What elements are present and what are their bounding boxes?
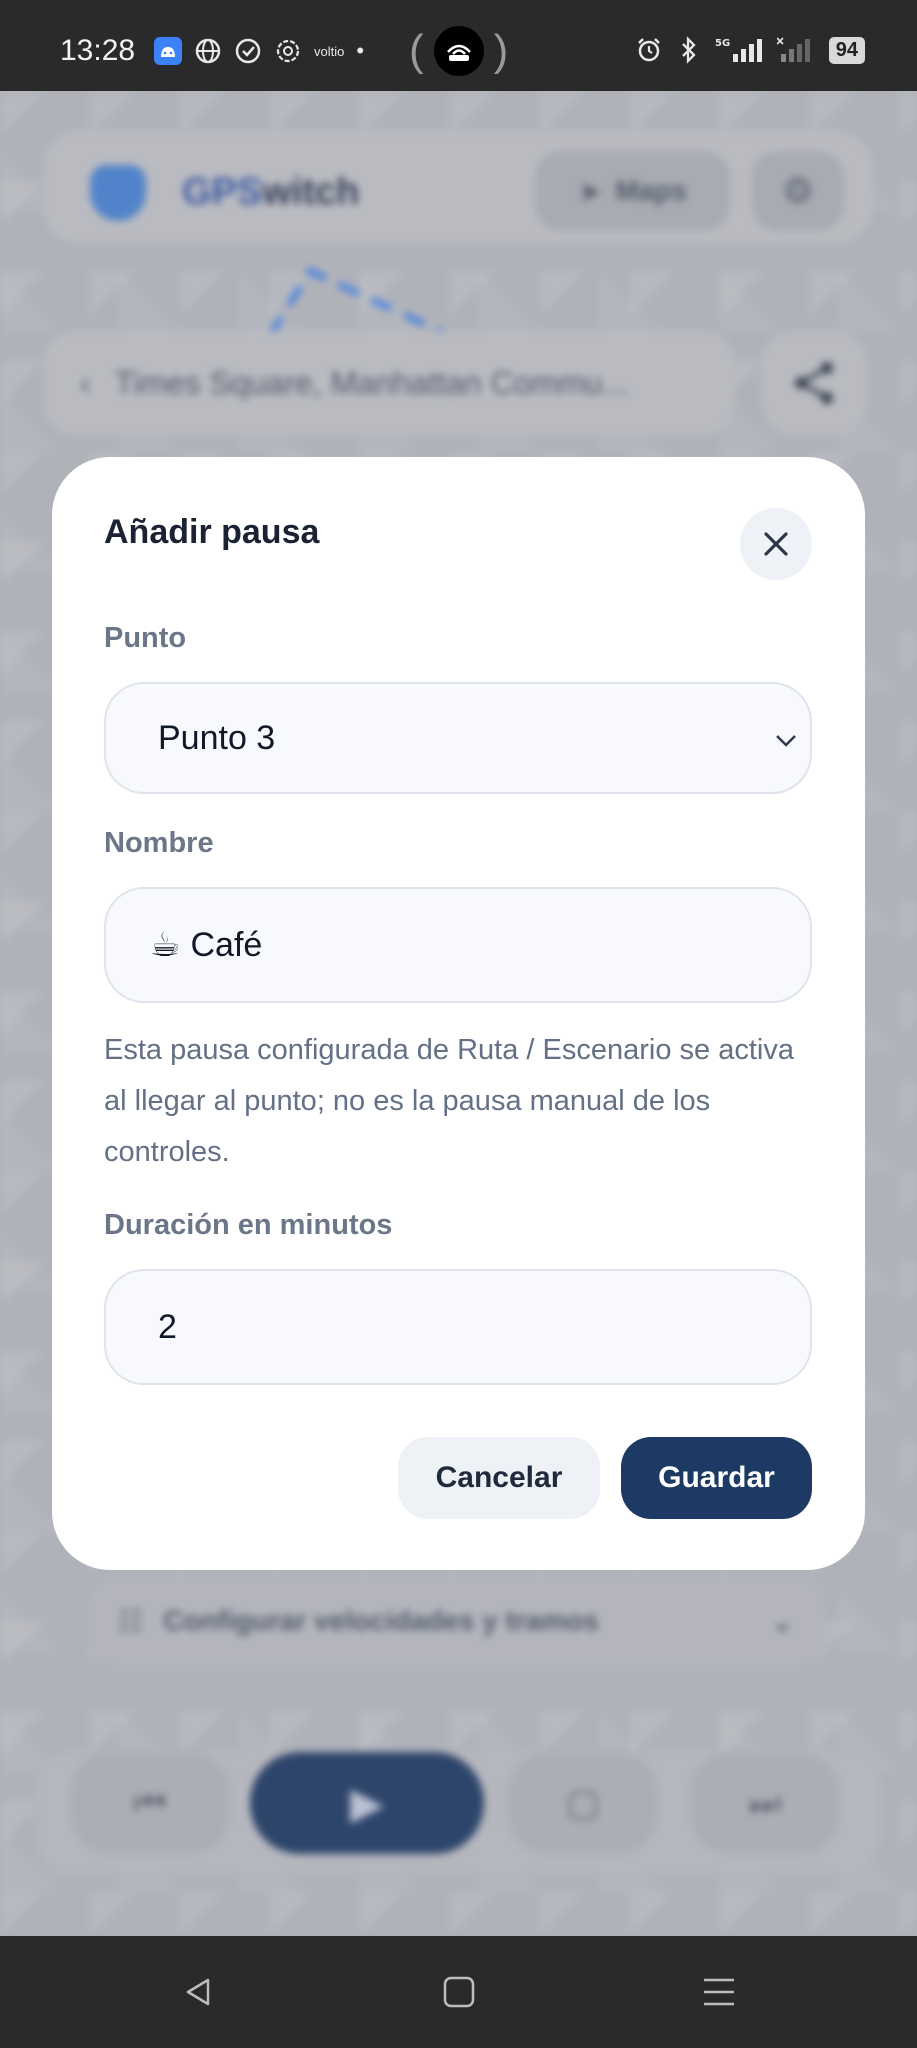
alarm-icon bbox=[635, 36, 663, 64]
menu-nav-icon[interactable] bbox=[699, 1972, 739, 2012]
home-nav-icon[interactable] bbox=[439, 1972, 479, 2012]
point-select[interactable]: Punto 3 bbox=[104, 682, 812, 794]
point-select-value: Punto 3 bbox=[158, 718, 276, 757]
android-icon bbox=[154, 37, 182, 65]
carrier-text: voltio bbox=[314, 43, 345, 59]
point-label: Punto bbox=[104, 622, 187, 654]
coffee-cup-icon: ☕ bbox=[150, 926, 181, 964]
hotspot-icon bbox=[433, 26, 484, 76]
add-pause-dialog: Añadir pausa Punto Punto 3 Nombre ☕ Café… bbox=[52, 457, 865, 1570]
signal-5g-icon: 5G bbox=[715, 36, 765, 64]
close-button[interactable] bbox=[740, 508, 812, 580]
close-icon bbox=[764, 532, 788, 556]
duration-input-value: 2 bbox=[158, 1307, 177, 1346]
camera-cutout: ( ) bbox=[409, 26, 509, 76]
name-label: Nombre bbox=[104, 827, 214, 859]
save-button[interactable]: Guardar bbox=[621, 1437, 812, 1519]
status-time: 13:28 bbox=[60, 34, 136, 67]
dialog-title: Añadir pausa bbox=[104, 513, 320, 551]
cancel-button[interactable]: Cancelar bbox=[398, 1437, 600, 1519]
chevron-down-icon bbox=[776, 735, 796, 747]
svg-text:5G: 5G bbox=[715, 38, 730, 49]
system-navigation-bar bbox=[0, 1936, 917, 2048]
back-nav-icon[interactable] bbox=[179, 1972, 219, 2012]
bluetooth-icon bbox=[675, 36, 703, 64]
duration-label: Duración en minutos bbox=[104, 1209, 393, 1241]
status-dot: • bbox=[356, 38, 365, 63]
status-bar: 13:28 voltio • ( ) 5G 94 bbox=[0, 0, 917, 91]
check-circle-icon bbox=[234, 37, 262, 65]
name-input[interactable]: ☕ Café bbox=[104, 887, 812, 1003]
signal-weak-icon bbox=[776, 36, 817, 64]
openai-icon bbox=[274, 37, 302, 65]
battery-indicator: 94 bbox=[828, 36, 865, 64]
pause-help-text: Esta pausa configurada de Ruta / Escenar… bbox=[104, 1034, 794, 1168]
status-system-icons: 5G 94 bbox=[635, 36, 865, 64]
globe-icon bbox=[194, 37, 222, 65]
name-input-value: Café bbox=[190, 925, 263, 964]
status-notification-icons: voltio • bbox=[154, 37, 364, 65]
duration-input[interactable]: 2 bbox=[104, 1269, 812, 1385]
